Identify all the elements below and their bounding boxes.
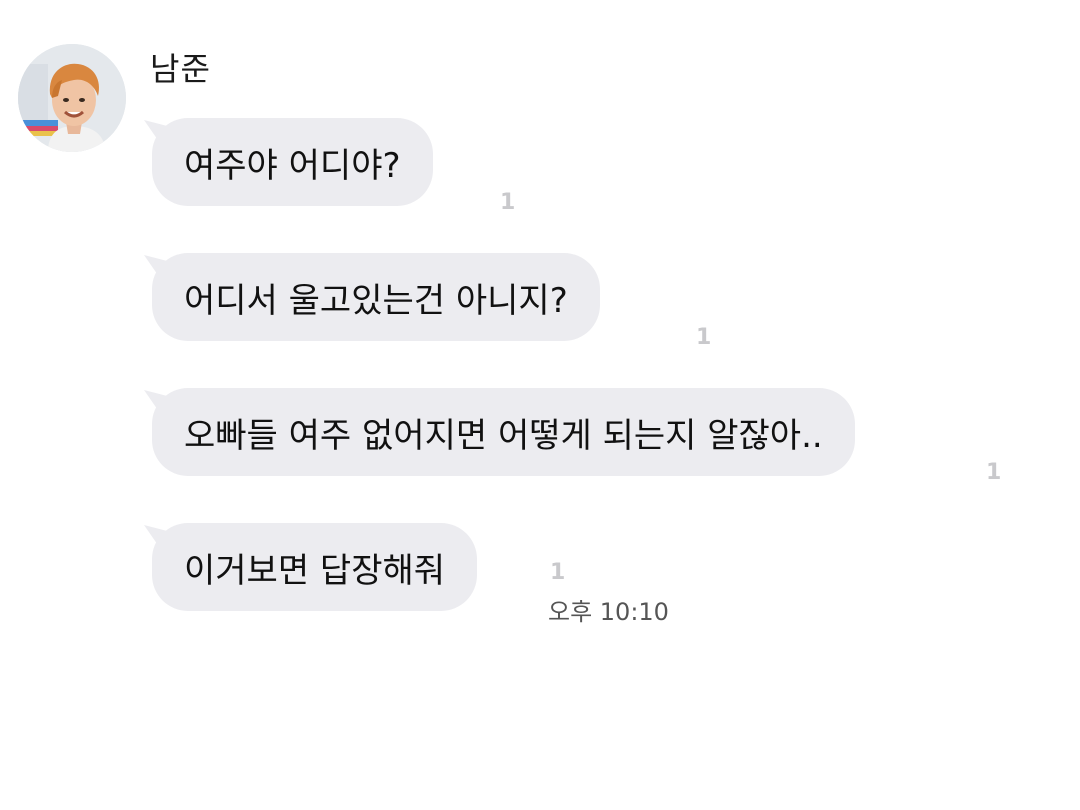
bubble-tail: [144, 120, 174, 146]
unread-count: 1: [986, 460, 1002, 485]
chat-thread: 남준 여주야 어디야? 1 어디서 울고있는건 아니지? 1 오빠들 여주 없어…: [0, 0, 1080, 810]
message-bubble[interactable]: 여주야 어디야?: [144, 118, 433, 206]
bubble-tail: [144, 255, 174, 281]
bubble-tail: [144, 390, 174, 416]
unread-count: 1: [500, 190, 516, 215]
message-text: 오빠들 여주 없어지면 어떻게 되는지 알잖아..: [184, 415, 823, 456]
message-text: 이거보면 답장해줘: [184, 550, 446, 591]
avatar[interactable]: [18, 44, 126, 152]
message-bubble[interactable]: 오빠들 여주 없어지면 어떻게 되는지 알잖아..: [144, 388, 855, 476]
unread-count: 1: [696, 325, 712, 350]
message-timestamp: 오후 10:10: [548, 598, 669, 626]
unread-count: 1: [550, 560, 566, 585]
message-bubble[interactable]: 이거보면 답장해줘: [144, 523, 478, 611]
profile-photo: [18, 44, 126, 152]
message-bubble[interactable]: 어디서 울고있는건 아니지?: [144, 253, 600, 341]
bubble-tail: [144, 525, 174, 551]
message-text: 여주야 어디야?: [184, 145, 401, 186]
sender-name: 남준: [150, 50, 211, 88]
message-text: 어디서 울고있는건 아니지?: [184, 280, 568, 321]
